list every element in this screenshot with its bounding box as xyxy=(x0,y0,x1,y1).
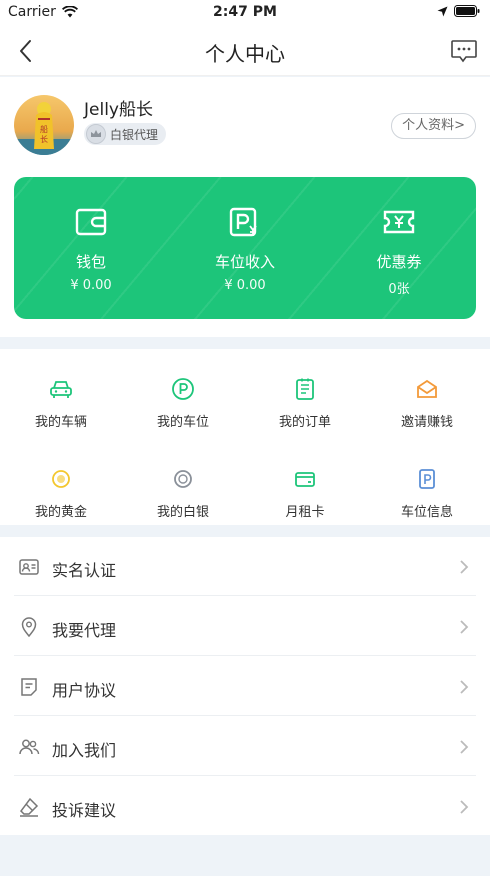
feature-grid: 我的车辆 我的车位 我的订单 邀请赚钱 我的黄金 我的白银 月租卡 车位信息 xyxy=(0,349,490,525)
level-badge: 白银代理 xyxy=(84,123,167,145)
chevron-right-icon xyxy=(460,740,469,754)
level-label: 白银代理 xyxy=(110,127,159,142)
chat-bubble-icon[interactable] xyxy=(450,38,478,64)
wallet-value: ¥ 0.00 xyxy=(70,278,112,293)
feature-monthly-card[interactable]: 月租卡 xyxy=(244,467,366,520)
status-time: 2:47 PM xyxy=(213,4,277,20)
crown-icon xyxy=(86,124,106,144)
menu-label: 投诉建议 xyxy=(52,801,117,820)
feature-label: 邀请赚钱 xyxy=(400,415,453,430)
chevron-right-icon xyxy=(460,560,469,574)
envelope-icon xyxy=(417,379,437,398)
svg-text:长: 长 xyxy=(40,134,48,144)
menu-item-feedback[interactable]: 投诉建议 xyxy=(14,777,476,836)
silver-medal-icon xyxy=(174,470,192,488)
parking-info-icon xyxy=(419,469,435,489)
nav-bar: 个人中心 xyxy=(0,26,490,76)
wallet-item-wallet[interactable]: 钱包 ¥ 0.00 xyxy=(14,205,168,293)
battery-icon xyxy=(454,5,480,17)
coupon-value: 0张 xyxy=(388,282,410,297)
wallet-item-parking-income[interactable]: 车位收入 ¥ 0.00 xyxy=(168,205,322,293)
car-icon xyxy=(50,381,72,398)
menu-item-become-agent[interactable]: 我要代理 xyxy=(14,597,476,656)
profile-section: 船 长 Jelly船长 白银代理 个人资料> 钱包 ¥ 0.00 车位收入 ¥ … xyxy=(0,77,490,337)
feature-label: 我的订单 xyxy=(278,415,331,430)
profile-info-button[interactable]: 个人资料> xyxy=(391,113,476,139)
chevron-right-icon xyxy=(460,680,469,694)
settings-menu: 实名认证 我要代理 用户协议 加入我们 投诉建议 xyxy=(0,537,490,835)
status-bar: Carrier 2:47 PM xyxy=(0,0,490,26)
feature-my-parking[interactable]: 我的车位 xyxy=(122,377,244,430)
parking-income-value: ¥ 0.00 xyxy=(224,278,266,293)
menu-label: 实名认证 xyxy=(52,561,117,580)
coupon-label: 优惠券 xyxy=(376,253,422,271)
feature-my-silver[interactable]: 我的白银 xyxy=(122,467,244,520)
wallet-label: 钱包 xyxy=(75,253,106,271)
coupon-icon xyxy=(383,210,415,234)
chevron-right-icon xyxy=(460,800,469,814)
menu-item-real-name[interactable]: 实名认证 xyxy=(14,537,476,596)
feature-invite-earn[interactable]: 邀请赚钱 xyxy=(366,377,488,430)
feature-label: 月租卡 xyxy=(285,505,325,520)
feature-parking-info[interactable]: 车位信息 xyxy=(366,467,488,520)
status-right xyxy=(437,5,480,17)
menu-item-user-agreement[interactable]: 用户协议 xyxy=(14,657,476,716)
feature-my-orders[interactable]: 我的订单 xyxy=(244,377,366,430)
location-arrow-icon xyxy=(437,6,448,16)
menu-item-join-us[interactable]: 加入我们 xyxy=(14,717,476,776)
card-icon xyxy=(295,472,315,487)
feature-label: 我的黄金 xyxy=(34,505,87,520)
feature-label: 我的白银 xyxy=(156,505,209,520)
menu-label: 我要代理 xyxy=(52,621,117,640)
users-icon xyxy=(19,739,40,755)
username: Jelly船长 xyxy=(84,100,153,120)
document-icon xyxy=(21,678,37,696)
svg-text:船: 船 xyxy=(40,124,48,134)
wallet-card: 钱包 ¥ 0.00 车位收入 ¥ 0.00 优惠券 0张 xyxy=(14,177,476,319)
menu-label: 加入我们 xyxy=(52,741,117,760)
id-card-icon xyxy=(19,559,39,575)
eraser-icon xyxy=(20,797,39,817)
wallet-icon xyxy=(75,208,107,236)
feature-my-vehicle[interactable]: 我的车辆 xyxy=(0,377,122,430)
parking-income-label: 车位收入 xyxy=(214,253,275,271)
parking-icon xyxy=(172,378,194,400)
gold-medal-icon xyxy=(52,470,70,488)
avatar[interactable]: 船 长 xyxy=(14,95,74,155)
wallet-item-coupon[interactable]: 优惠券 0张 xyxy=(322,205,476,297)
parking-income-icon xyxy=(229,207,257,237)
feature-label: 我的车辆 xyxy=(34,415,87,430)
order-icon xyxy=(296,378,314,400)
feature-label: 我的车位 xyxy=(156,415,209,430)
feature-label: 车位信息 xyxy=(400,505,453,520)
location-pin-icon xyxy=(21,617,37,638)
feature-my-gold[interactable]: 我的黄金 xyxy=(0,467,122,520)
menu-label: 用户协议 xyxy=(52,681,117,700)
chevron-right-icon xyxy=(460,620,469,634)
page-title: 个人中心 xyxy=(205,42,285,66)
